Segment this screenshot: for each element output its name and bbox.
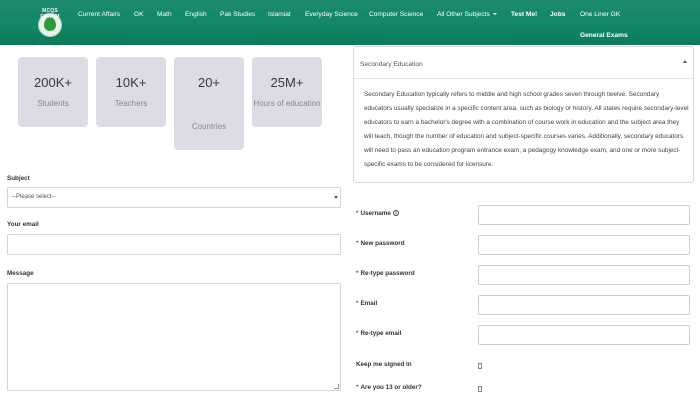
keep-signed-in-label: Keep me signed in [356,361,412,368]
subject-select-value: --Please select-- [12,194,56,200]
message-label: Message [7,270,34,277]
chevron-up-icon[interactable] [683,60,687,63]
nav-all-other-subjects[interactable]: All Other Subjects [437,11,497,18]
new-password-label-text: New password [360,240,405,247]
retype-password-label: * Re-type password [356,270,415,277]
retype-password-label-text: Re-type password [360,270,415,277]
retype-email-label-text: Re-type email [360,330,402,337]
nav-pak-studies[interactable]: Pak Studies [220,11,255,18]
keep-signed-in-checkbox[interactable] [478,363,482,369]
email-register-input[interactable] [478,295,690,315]
panel-title: Secondary Education [360,61,423,68]
required-mark: * [356,240,359,247]
username-input[interactable] [478,205,690,225]
stat-teachers: 10K+ Teachers [96,57,166,127]
secondary-education-panel: Secondary Education Secondary Education … [353,46,694,183]
retype-email-label: * Re-type email [356,330,401,337]
nav-gk[interactable]: GK [134,11,144,18]
nav-islamiat[interactable]: Islamiat [268,11,291,18]
stat-number: 25M+ [270,75,304,90]
stat-label: Teachers [114,99,148,108]
info-icon[interactable] [392,210,399,217]
nav-test-me[interactable]: Test Me! [511,11,537,18]
subject-select[interactable]: --Please select-- [7,187,341,208]
stat-label: Students [37,99,69,108]
required-mark: * [356,270,359,277]
chevron-down-icon [334,196,338,199]
nav-all-other-subjects-label: All Other Subjects [437,11,490,18]
top-navbar: MCQS FORUM Current Affairs GK Math Engli… [0,0,700,45]
email-label: Your email [7,221,39,228]
nav-everyday-science[interactable]: Everyday Science [305,11,358,18]
age-checkbox[interactable] [478,386,482,392]
stat-hours: 25M+ Hours of education [252,57,322,127]
nav-jobs[interactable]: Jobs [550,11,565,18]
message-textarea[interactable] [7,283,341,391]
age-label-text: Are you 13 or older? [360,384,422,391]
caret-down-icon [492,13,497,16]
subject-label: Subject [7,175,30,182]
age-label: * Are you 13 or older? [356,384,422,391]
logo-text: MCQS FORUM [40,8,60,20]
nav-math[interactable]: Math [157,11,172,18]
site-logo[interactable]: MCQS FORUM [33,8,67,38]
stat-label: Countries [191,122,227,131]
nav-one-liner-gk[interactable]: One Liner GK [580,11,620,18]
stat-students: 200K+ Students [18,57,88,127]
new-password-input[interactable] [478,235,690,255]
username-label: * Username [356,210,399,217]
stat-number: 200K+ [34,75,72,90]
stat-number: 20+ [197,75,221,90]
nav-english[interactable]: English [185,11,207,18]
retype-password-input[interactable] [478,265,690,285]
resize-grip-icon[interactable] [334,384,339,389]
email-register-label-text: Email [360,300,378,307]
required-mark: * [356,330,359,337]
new-password-label: * New password [356,240,405,247]
stat-number: 10K+ [115,75,147,90]
required-mark: * [356,210,359,217]
nav-current-affairs[interactable]: Current Affairs [78,11,120,18]
username-label-text: Username [360,210,391,217]
nav-computer-science[interactable]: Computer Science [369,11,423,18]
required-mark: * [356,384,359,391]
required-mark: * [356,300,359,307]
stat-label: Hours of education [253,99,321,108]
email-field[interactable] [7,234,341,255]
nav-general-exams[interactable]: General Exams [580,32,628,39]
email-register-label: * Email [356,300,377,307]
stat-countries: 20+ Countries [174,57,244,150]
panel-header[interactable]: Secondary Education [354,47,693,79]
panel-body-text: Secondary Education typically refers to … [364,91,689,168]
retype-email-input[interactable] [478,325,690,345]
